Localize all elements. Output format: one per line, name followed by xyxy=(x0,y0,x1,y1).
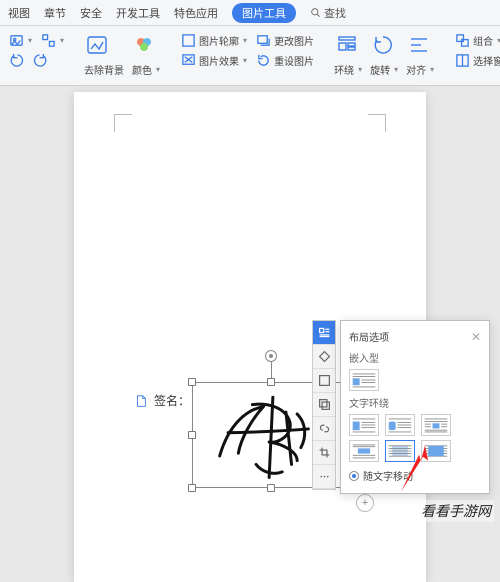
margin-corner-tr xyxy=(368,114,386,132)
menu-features[interactable]: 特色应用 xyxy=(174,5,218,21)
remove-bg-button[interactable] xyxy=(84,32,124,58)
layout-inline[interactable] xyxy=(349,369,379,391)
wrap-label[interactable]: 环绕▾ xyxy=(334,62,362,77)
remove-bg-icon xyxy=(84,32,110,58)
resize-handle-tm[interactable] xyxy=(267,378,275,386)
wrap-button[interactable] xyxy=(334,32,362,58)
layout-square[interactable] xyxy=(349,414,379,436)
margin-corner-tl xyxy=(114,114,132,132)
resize-handle-bm[interactable] xyxy=(267,484,275,492)
signature-label: 签名： xyxy=(154,392,190,409)
outline-tool-button[interactable] xyxy=(313,369,335,393)
add-image-button[interactable]: ▾ xyxy=(8,32,32,48)
menu-security[interactable]: 安全 xyxy=(80,5,102,21)
menu-find-label: 查找 xyxy=(324,5,346,21)
crop-button[interactable] xyxy=(313,441,335,465)
color-label[interactable]: 颜色▾ xyxy=(132,62,160,77)
radio-icon xyxy=(349,471,359,481)
expand-button[interactable] xyxy=(356,494,374,512)
wrap-icon xyxy=(334,32,360,58)
rotate-handle[interactable] xyxy=(265,350,277,362)
floating-toolbar xyxy=(312,320,336,490)
menu-chapter[interactable]: 章节 xyxy=(44,5,66,21)
rotate-label[interactable]: 旋转▾ xyxy=(370,62,398,77)
ribbon: ▾ ▾ 去除背景 颜色▾ 图片轮廓▾ 更改图片 图片效果▾ 重设图片 环绕▾ 旋… xyxy=(0,26,500,86)
effect-icon xyxy=(180,52,196,68)
align-label[interactable]: 对齐▾ xyxy=(406,62,434,77)
align-icon xyxy=(406,32,432,58)
rotate-button[interactable] xyxy=(370,32,398,58)
layout-tight[interactable] xyxy=(385,414,415,436)
image-outline-button[interactable]: 图片轮廓▾ xyxy=(180,32,247,48)
section-wrap: 文字环绕 xyxy=(349,395,481,410)
screenshot-icon xyxy=(40,32,56,48)
document-icon xyxy=(134,394,148,408)
menu-image-tools[interactable]: 图片工具 xyxy=(232,3,296,23)
link-button[interactable] xyxy=(313,417,335,441)
change-image-button[interactable]: 更改图片 xyxy=(255,32,314,48)
more-button[interactable] xyxy=(313,465,335,489)
rotate-right-icon xyxy=(32,52,48,68)
image-effect-button[interactable]: 图片效果▾ xyxy=(180,52,247,68)
layout-through[interactable] xyxy=(421,414,451,436)
group-icon xyxy=(454,32,470,48)
selection-pane-button[interactable]: 选择窗格 xyxy=(454,52,500,68)
shadow-button[interactable] xyxy=(313,393,335,417)
search-icon xyxy=(310,7,321,18)
color-button[interactable] xyxy=(132,32,160,58)
close-icon[interactable]: ✕ xyxy=(471,330,481,344)
reset-icon xyxy=(255,52,271,68)
resize-handle-ml[interactable] xyxy=(188,431,196,439)
layout-options-button[interactable] xyxy=(313,321,335,345)
rotate-left-button[interactable] xyxy=(8,52,24,68)
reset-image-button[interactable]: 重设图片 xyxy=(255,52,314,68)
watermark-text: 看看手游网 xyxy=(418,500,494,522)
fill-button[interactable] xyxy=(313,345,335,369)
resize-handle-bl[interactable] xyxy=(188,484,196,492)
menu-find[interactable]: 查找 xyxy=(310,5,346,21)
remove-bg-label[interactable]: 去除背景 xyxy=(84,62,124,77)
outline-icon xyxy=(180,32,196,48)
pane-icon xyxy=(454,52,470,68)
popup-title: 布局选项 xyxy=(349,329,389,344)
color-icon xyxy=(132,32,158,58)
menu-bar: 视图 章节 安全 开发工具 特色应用 图片工具 查找 xyxy=(0,0,500,26)
rotate-right-button[interactable] xyxy=(32,52,48,68)
menu-view[interactable]: 视图 xyxy=(8,5,30,21)
screenshot-button[interactable]: ▾ xyxy=(40,32,64,48)
rotate-icon xyxy=(370,32,396,58)
signature-label-block: 签名： xyxy=(134,392,190,409)
resize-handle-tl[interactable] xyxy=(188,378,196,386)
align-button[interactable] xyxy=(406,32,434,58)
layout-topbottom[interactable] xyxy=(349,440,379,462)
image-plus-icon xyxy=(8,32,24,48)
group-button[interactable]: 组合▾ xyxy=(454,32,500,48)
change-image-icon xyxy=(255,32,271,48)
section-inline: 嵌入型 xyxy=(349,350,481,365)
menu-devtools[interactable]: 开发工具 xyxy=(116,5,160,21)
rotate-left-icon xyxy=(8,52,24,68)
